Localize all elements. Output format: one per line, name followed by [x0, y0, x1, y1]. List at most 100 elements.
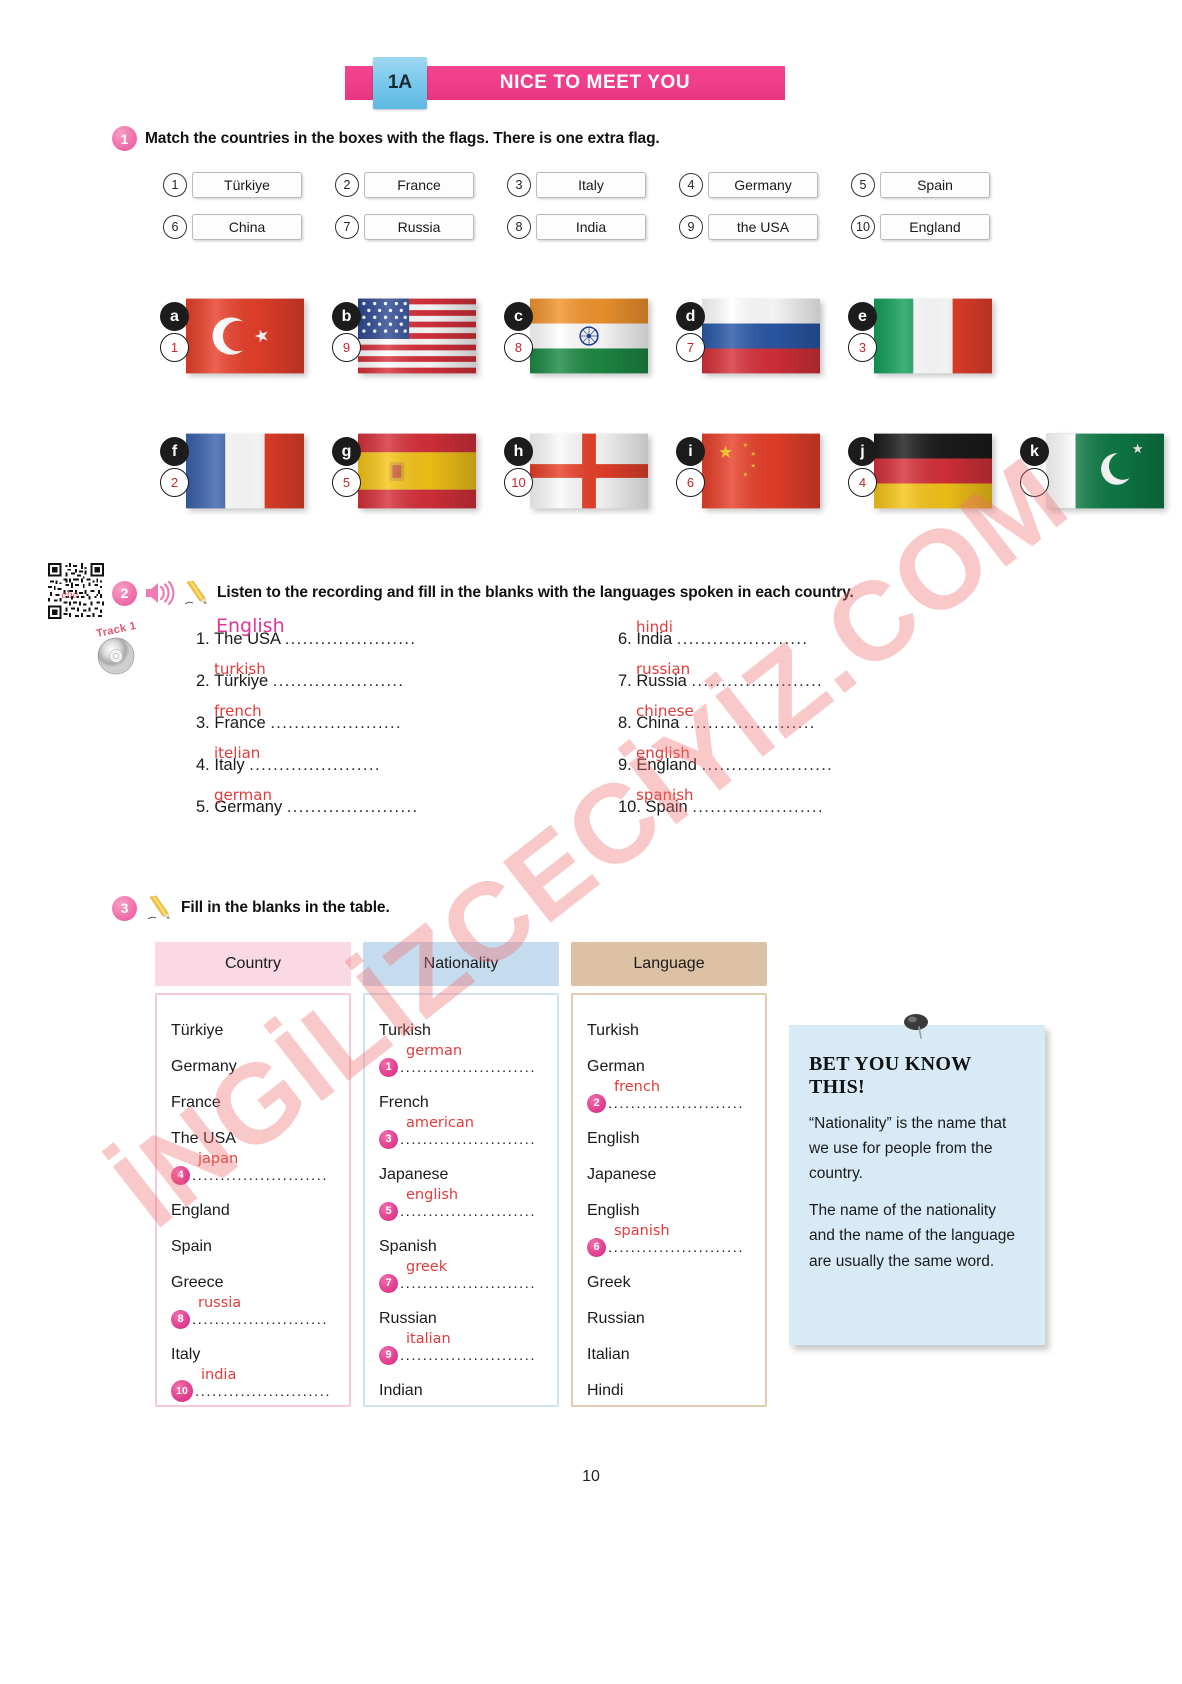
exercise-1-number: 1 — [112, 126, 137, 151]
country-name-box[interactable]: Italy — [536, 172, 646, 198]
answer-dotted-line[interactable]: ........................ — [400, 1203, 543, 1220]
answer-dotted-line[interactable]: ........................ — [400, 1059, 543, 1076]
speaker-icon[interactable] — [143, 580, 175, 606]
answer-dotted-line[interactable]: ...................... — [691, 672, 823, 690]
table-blank-row[interactable]: 9........................ italian — [379, 1331, 543, 1373]
flag-answer-circle[interactable]: 3 — [848, 333, 877, 362]
country-box-england[interactable]: 10 England — [851, 214, 1023, 240]
flag-badges: e3 — [848, 302, 877, 362]
country-box-russia[interactable]: 7 Russia — [335, 214, 507, 240]
answer-dotted-line[interactable]: ...................... — [677, 630, 809, 648]
country-box-china[interactable]: 6 China — [163, 214, 335, 240]
flag-letter-badge: a — [160, 302, 189, 331]
handwritten-answer: japan — [198, 1151, 239, 1167]
answer-dotted-line[interactable]: ...................... — [273, 672, 405, 690]
flag-answer-circle[interactable]: 8 — [504, 333, 533, 362]
answer-dotted-line[interactable]: ........................ — [400, 1131, 543, 1148]
qr-code-block[interactable]: eba — [48, 563, 104, 619]
table-blank-row[interactable]: 4........................ japan — [171, 1151, 335, 1193]
flag-item-d[interactable]: d7 — [676, 290, 848, 385]
country-name-box[interactable]: India — [536, 214, 646, 240]
table-blank-row[interactable]: 2........................ french — [587, 1079, 751, 1121]
flag-answer-circle[interactable]: 6 — [676, 468, 705, 497]
cd-icon — [96, 636, 136, 676]
answer-dotted-line[interactable]: ...................... — [702, 756, 834, 774]
answer-dotted-line[interactable]: ...................... — [684, 714, 816, 732]
flag-answer-circle[interactable] — [1020, 468, 1049, 497]
table-row: English — [587, 1121, 751, 1157]
answer-dotted-line[interactable]: ...................... — [287, 798, 419, 816]
table-row: Spanish — [379, 1229, 543, 1265]
flag-answer-circle[interactable]: 4 — [848, 468, 877, 497]
info-box-paragraph-1: “Nationality” is the name that we use fo… — [809, 1115, 1007, 1183]
exercise-1-instruction: Match the countries in the boxes with th… — [145, 129, 660, 147]
country-box-türkiye[interactable]: 1 Türkiye — [163, 172, 335, 198]
country-name-box[interactable]: Türkiye — [192, 172, 302, 198]
country-name-box[interactable]: China — [192, 214, 302, 240]
answer-dotted-line[interactable]: ........................ — [400, 1275, 543, 1292]
table-cell-text: Hindi — [587, 1382, 624, 1399]
country-box-italy[interactable]: 3 Italy — [507, 172, 679, 198]
answer-dotted-line[interactable]: ........................ — [192, 1167, 335, 1184]
flag-item-k[interactable]: k — [1020, 425, 1182, 520]
flag-item-a[interactable]: a1 — [160, 290, 332, 385]
flag-answer-circle[interactable]: 9 — [332, 333, 361, 362]
country-box-spain[interactable]: 5 Spain — [851, 172, 1023, 198]
table-blank-row[interactable]: 10........................ india — [171, 1367, 335, 1409]
table-blank-row[interactable]: 1........................ german — [379, 1043, 543, 1085]
country-name-box[interactable]: Spain — [880, 172, 990, 198]
table-cell-text: France — [171, 1094, 221, 1111]
flag-answer-circle[interactable]: 10 — [504, 468, 533, 497]
country-name-box[interactable]: Germany — [708, 172, 818, 198]
flag-item-g[interactable]: g5 — [332, 425, 504, 520]
flag-item-f[interactable]: f2 — [160, 425, 332, 520]
table-column-country: Country Türkiye Germany France The USA 4.....… — [155, 942, 351, 1407]
page-number: 10 — [582, 1468, 600, 1485]
answer-dotted-line[interactable]: ...................... — [270, 714, 402, 732]
handwritten-answer: french — [614, 1079, 661, 1095]
country-name-box[interactable]: France — [364, 172, 474, 198]
table-blank-row[interactable]: 7........................ greek — [379, 1259, 543, 1301]
table-blank-row[interactable]: 8........................ russia — [171, 1295, 335, 1337]
country-box-india[interactable]: 8 India — [507, 214, 679, 240]
flag-answer-circle[interactable]: 7 — [676, 333, 705, 362]
flag-item-j[interactable]: j4 — [848, 425, 1020, 520]
handwritten-answer: russian — [636, 660, 691, 678]
flag-answer-circle[interactable]: 1 — [160, 333, 189, 362]
table-blank-row[interactable]: 5........................ english — [379, 1187, 543, 1229]
answer-dotted-line[interactable]: ........................ — [400, 1347, 543, 1364]
table-blank-row[interactable]: 6........................ spanish — [587, 1223, 751, 1265]
table-cell-text: Greek — [587, 1274, 631, 1291]
flag-item-b[interactable]: b9 — [332, 290, 504, 385]
handwritten-answer: india — [201, 1367, 237, 1383]
answer-dotted-line[interactable]: ........................ — [608, 1095, 751, 1112]
answer-dotted-line[interactable]: ...................... — [249, 756, 381, 774]
table-cell-text: Russian — [587, 1310, 645, 1327]
country-name-box[interactable]: Russia — [364, 214, 474, 240]
country-number: 3 — [507, 173, 531, 197]
flag-item-c[interactable]: c8 — [504, 290, 676, 385]
flag-letter-badge: k — [1020, 437, 1049, 466]
answer-dotted-line[interactable]: ...................... — [692, 798, 824, 816]
country-name-box[interactable]: England — [880, 214, 990, 240]
flag-answer-circle[interactable]: 2 — [160, 468, 189, 497]
table-cell-text: Spain — [171, 1238, 212, 1255]
country-number: 6 — [163, 215, 187, 239]
flag-item-e[interactable]: e3 — [848, 290, 1020, 385]
table-column-language: Language Turkish German 2..................… — [571, 942, 767, 1407]
country-number: 9 — [679, 215, 703, 239]
flag-item-h[interactable]: h 10 — [504, 425, 676, 520]
answer-dotted-line[interactable]: ...................... — [285, 630, 417, 648]
country-name-box[interactable]: the USA — [708, 214, 818, 240]
answer-dotted-line[interactable]: ........................ — [608, 1239, 751, 1256]
flag-answer-circle[interactable]: 5 — [332, 468, 361, 497]
country-box-germany[interactable]: 4 Germany — [679, 172, 851, 198]
country-box-the-usa[interactable]: 9 the USA — [679, 214, 851, 240]
country-box-france[interactable]: 2 France — [335, 172, 507, 198]
flag-badges: b9 — [332, 302, 361, 362]
answer-dotted-line[interactable]: ........................ — [192, 1311, 335, 1328]
answer-dotted-line[interactable]: ........................ — [195, 1383, 335, 1400]
qr-code-icon[interactable]: eba — [48, 563, 104, 619]
flag-item-i[interactable]: i6 — [676, 425, 848, 520]
table-blank-row[interactable]: 3........................ american — [379, 1115, 543, 1157]
